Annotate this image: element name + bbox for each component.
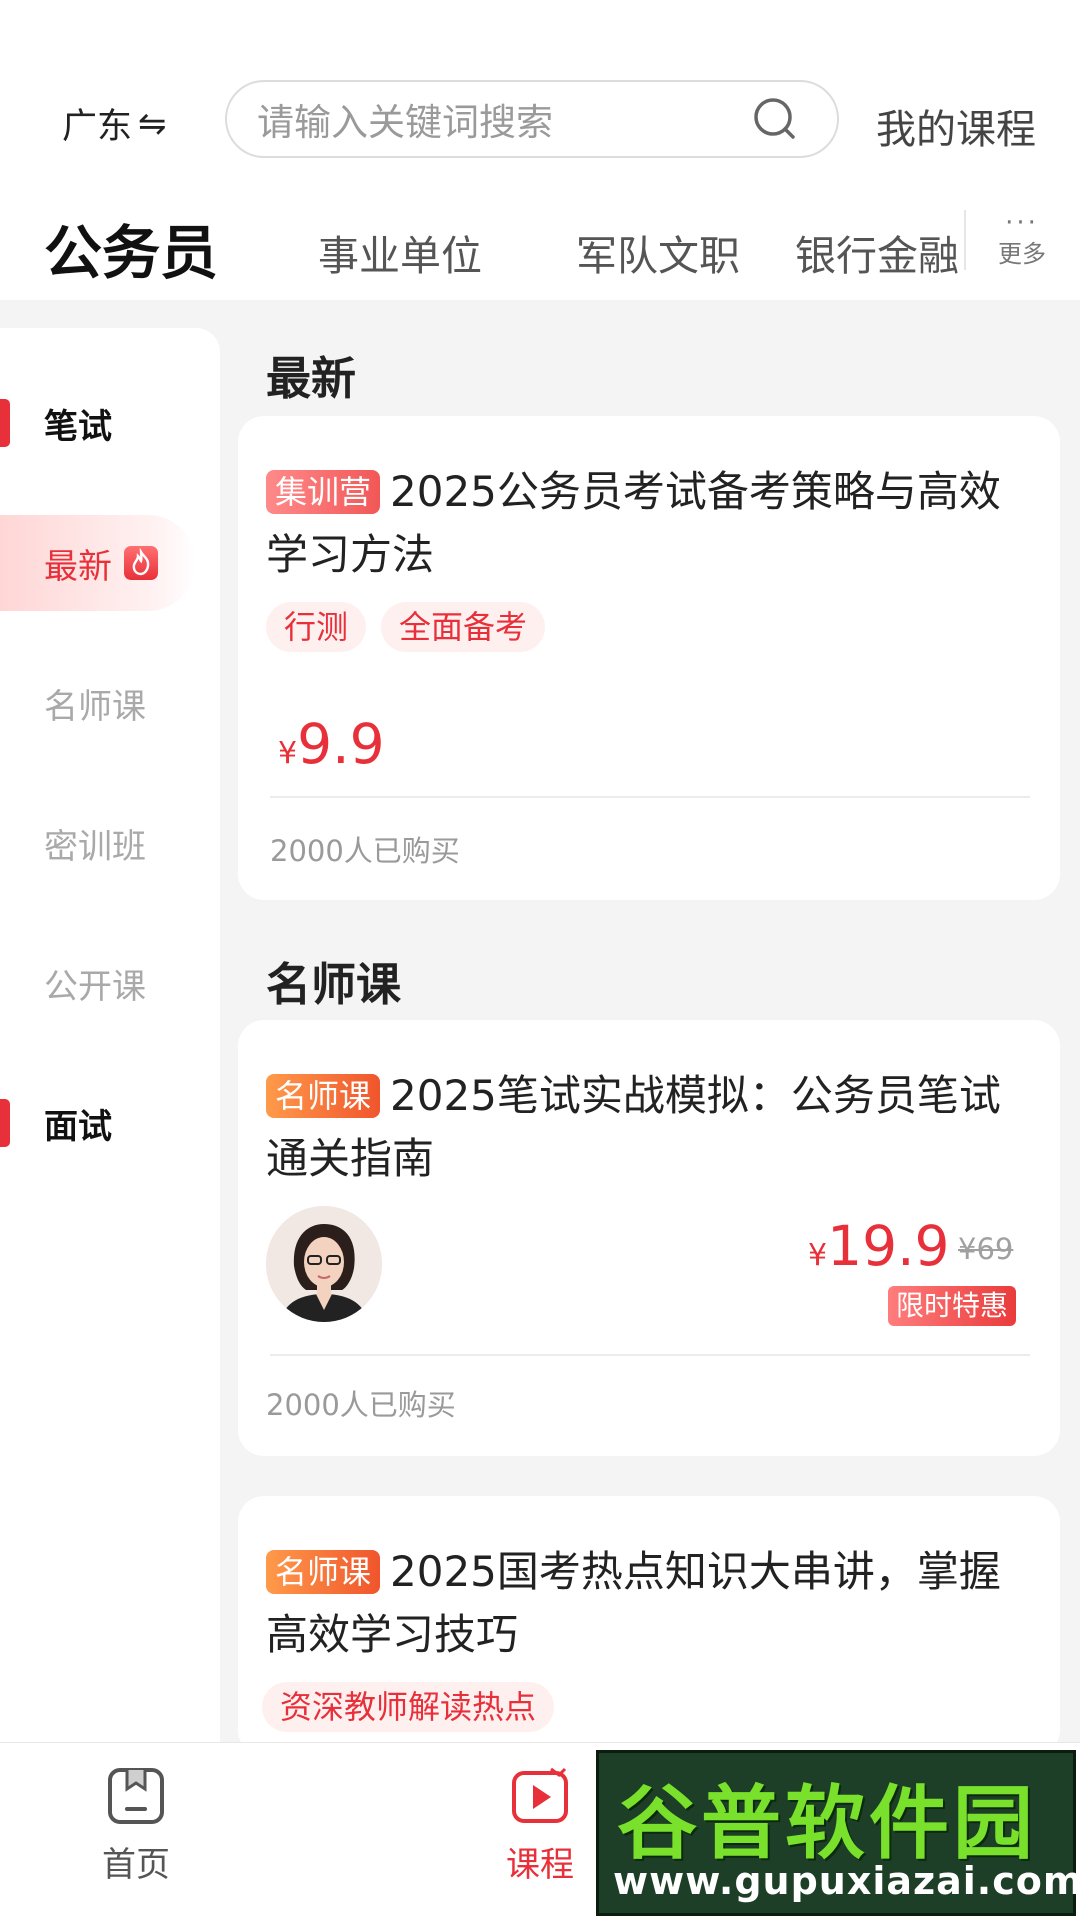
sidebar-item-label: 密训班 <box>44 826 146 867</box>
section-indicator <box>0 399 10 447</box>
sidebar-item-intensive-class[interactable]: 密训班 <box>0 795 220 891</box>
tab-label: 军队文职 <box>576 232 740 280</box>
search-icon[interactable] <box>749 93 801 145</box>
tab-civil-servant[interactable]: 公务员 <box>44 206 218 290</box>
region-selector[interactable]: 广东 ⇋ <box>62 98 167 149</box>
tab-home[interactable]: 首页 <box>66 1765 206 1886</box>
sidebar-item-label: 公开课 <box>44 966 146 1007</box>
course-price: ¥9.9 <box>278 712 385 776</box>
sidebar-item-famous-teacher[interactable]: 名师课 <box>0 655 220 751</box>
course-card[interactable]: 名师课 2025笔试实战模拟：公务员笔试通关指南 ¥19.9 ¥69 限时特惠 2… <box>238 1020 1060 1456</box>
sidebar-item-label: 笔试 <box>44 406 112 447</box>
fire-icon <box>124 546 158 580</box>
section-title-famous-teacher: 名师课 <box>266 958 402 1011</box>
course-title: 集训营 2025公务员考试备考策略与高效学习方法 <box>266 460 1036 586</box>
course-tag: 全面备考 <box>381 602 546 652</box>
sidebar-item-interview[interactable]: 面试 <box>0 1075 220 1171</box>
course-title: 名师课 2025国考热点知识大串讲，掌握高效学习技巧 <box>266 1540 1036 1666</box>
course-card[interactable]: 名师课 2025国考热点知识大串讲，掌握高效学习技巧 资深教师解读热点 <box>238 1496 1060 1756</box>
search-input[interactable]: 请输入关键词搜索 <box>257 92 749 146</box>
course-title: 名师课 2025笔试实战模拟：公务员笔试通关指南 <box>266 1064 1036 1190</box>
original-price: ¥69 <box>958 1232 1014 1266</box>
course-price: ¥19.9 <box>808 1214 950 1278</box>
sidebar: 笔试 最新 名师课 密训班 公开课 面试 <box>0 328 220 1742</box>
section-title-latest: 最新 <box>266 352 357 405</box>
home-icon <box>108 1768 164 1824</box>
course-card[interactable]: 集训营 2025公务员考试备考策略与高效学习方法 行测 全面备考 ¥9.9 200… <box>238 416 1060 900</box>
course-tag: 行测 <box>266 602 367 652</box>
sidebar-item-label: 面试 <box>44 1106 112 1147</box>
tab-course[interactable]: 课程 <box>470 1765 610 1886</box>
card-divider <box>270 1354 1030 1356</box>
course-badge: 名师课 <box>266 1074 381 1118</box>
my-courses-link[interactable]: 我的课程 <box>876 97 1036 155</box>
category-tabs: 公务员 事业单位 军队文职 银行金融 <box>0 200 1080 295</box>
tab-label: 银行金融 <box>795 232 959 280</box>
price-value: 19.9 <box>827 1214 950 1278</box>
course-play-icon <box>512 1767 568 1823</box>
tab-military-civilian[interactable]: 军队文职 <box>576 222 740 282</box>
search-bar[interactable]: 请输入关键词搜索 <box>225 80 839 158</box>
sold-count: 2000人已购买 <box>266 1388 456 1422</box>
region-label: 广东 <box>62 107 133 147</box>
more-label: 更多 <box>998 240 1046 268</box>
teacher-avatar <box>266 1206 382 1322</box>
course-badge: 名师课 <box>266 1550 381 1594</box>
tab-label: 事业单位 <box>318 232 482 280</box>
more-dots-icon: ··· <box>1005 208 1039 238</box>
watermark-logo: 谷普软件园 www.gupuxiazai.com <box>596 1750 1080 1916</box>
sidebar-item-label: 最新 <box>44 546 112 587</box>
course-badge: 集训营 <box>266 470 381 514</box>
tab-public-institution[interactable]: 事业单位 <box>318 222 482 282</box>
tab-label: 首页 <box>102 1845 170 1885</box>
card-divider <box>270 796 1030 798</box>
swap-icon: ⇋ <box>138 103 167 144</box>
sidebar-item-latest[interactable]: 最新 <box>0 515 196 611</box>
category-divider <box>964 210 966 270</box>
sidebar-item-written-exam[interactable]: 笔试 <box>0 375 220 471</box>
tab-label: 公务员 <box>44 219 219 287</box>
watermark-url: www.gupuxiazai.com <box>613 1859 1080 1903</box>
promo-badge: 限时特惠 <box>888 1286 1017 1326</box>
price-value: 9.9 <box>297 712 385 776</box>
tab-bank-finance[interactable]: 银行金融 <box>795 222 959 282</box>
sold-count: 2000人已购买 <box>270 834 460 868</box>
more-categories-button[interactable]: ··· 更多 <box>992 208 1052 269</box>
course-tag: 资深教师解读热点 <box>262 1682 555 1732</box>
watermark-title: 谷普软件园 <box>617 1777 1037 1870</box>
currency-symbol: ¥ <box>278 736 298 771</box>
section-indicator <box>0 1099 10 1147</box>
sidebar-item-label: 名师课 <box>44 686 146 727</box>
sidebar-item-open-class[interactable]: 公开课 <box>0 935 220 1031</box>
tab-label: 课程 <box>506 1845 574 1885</box>
currency-symbol: ¥ <box>808 1238 828 1273</box>
